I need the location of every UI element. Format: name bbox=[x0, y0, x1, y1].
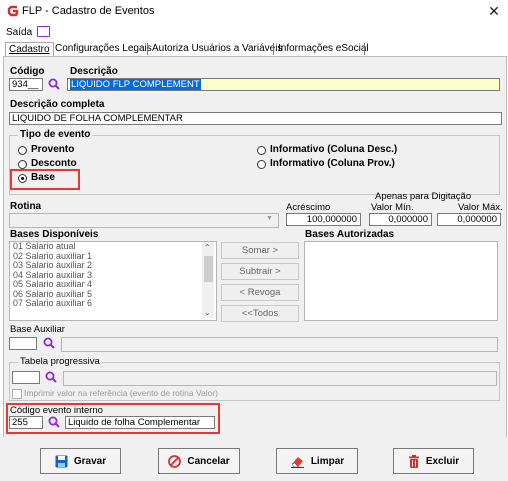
subtrair-button[interactable]: Subtrair > bbox=[221, 263, 299, 280]
somar-button[interactable]: Somar > bbox=[221, 242, 299, 259]
acrescimo-label: Acréscimo bbox=[286, 202, 331, 213]
radio-desconto-label[interactable]: Desconto bbox=[31, 158, 77, 169]
tab-cadastro[interactable]: Cadastro bbox=[5, 42, 54, 57]
tipo-evento-group bbox=[9, 135, 500, 195]
window-title: FLP - Cadastro de Eventos bbox=[22, 5, 155, 17]
imprimir-valor-checkbox[interactable] bbox=[12, 389, 22, 399]
codigo-evento-interno-input[interactable]: 255 bbox=[9, 416, 43, 429]
rotina-select[interactable] bbox=[9, 213, 279, 228]
scroll-up-icon[interactable]: ⌃ bbox=[204, 243, 211, 252]
apenas-digitacao-label: Apenas para Digitação bbox=[375, 191, 472, 202]
search-icon[interactable] bbox=[45, 371, 57, 383]
codigo-evento-interno-label: Código evento interno bbox=[10, 405, 103, 416]
tab-configuracoes-legais[interactable]: Configurações Legais bbox=[52, 42, 155, 56]
radio-base-label[interactable]: Base bbox=[31, 172, 55, 183]
valor-max-label: Valor Máx. bbox=[458, 202, 503, 213]
valor-min-input[interactable]: 0,000000 bbox=[369, 213, 432, 226]
tipo-evento-label: Tipo de evento bbox=[18, 129, 93, 140]
cancel-icon bbox=[168, 454, 182, 468]
gravar-button[interactable]: Gravar bbox=[40, 448, 121, 474]
bases-disponiveis-label: Bases Disponíveis bbox=[10, 229, 99, 240]
radio-base[interactable] bbox=[18, 174, 27, 183]
search-icon[interactable] bbox=[48, 416, 60, 428]
radio-informativo-desc[interactable] bbox=[257, 146, 266, 155]
bases-autorizadas-list[interactable] bbox=[304, 241, 498, 321]
codigo-evento-interno-description: Liquido de folha Complementar bbox=[65, 416, 215, 429]
list-item[interactable]: 07 Salario auxiliar 6 bbox=[10, 298, 216, 309]
imprimir-valor-label[interactable]: Imprimir valor na referência (evento de … bbox=[24, 388, 218, 398]
gravar-label: Gravar bbox=[73, 455, 107, 467]
valor-min-label: Valor Mín. bbox=[371, 202, 414, 213]
scrollbar-thumb[interactable] bbox=[204, 256, 213, 282]
descricao-input[interactable]: LIQUIDO FLP COMPLEMENT bbox=[67, 78, 500, 91]
tabela-progressiva-code-input[interactable] bbox=[12, 371, 40, 384]
radio-provento[interactable] bbox=[18, 146, 27, 155]
excluir-label: Excluir bbox=[425, 455, 460, 467]
tab-autoriza-usuarios[interactable]: Autoriza Usuários a Variáveis bbox=[149, 42, 285, 56]
radio-informativo-desc-label[interactable]: Informativo (Coluna Desc.) bbox=[270, 144, 397, 155]
todos-button[interactable]: <<Todos bbox=[221, 305, 299, 322]
codigo-label: Código bbox=[10, 66, 45, 77]
cancelar-label: Cancelar bbox=[187, 455, 230, 467]
close-icon[interactable]: ✕ bbox=[485, 2, 503, 20]
app-logo-icon bbox=[7, 5, 19, 17]
radio-provento-label[interactable]: Provento bbox=[31, 144, 74, 155]
cancelar-button[interactable]: Cancelar bbox=[158, 448, 240, 474]
rotina-label: Rotina bbox=[10, 201, 42, 212]
base-auxiliar-description bbox=[61, 337, 498, 352]
limpar-button[interactable]: Limpar bbox=[276, 448, 358, 474]
exit-icon[interactable] bbox=[37, 26, 50, 37]
descricao-completa-label: Descrição completa bbox=[10, 99, 105, 110]
tabela-progressiva-label: Tabela progressiva bbox=[18, 356, 102, 367]
eraser-icon bbox=[290, 456, 304, 468]
descricao-label: Descrição bbox=[70, 66, 118, 77]
limpar-label: Limpar bbox=[310, 455, 345, 467]
tabela-progressiva-description bbox=[63, 371, 497, 386]
radio-informativo-prov-label[interactable]: Informativo (Coluna Prov.) bbox=[270, 158, 395, 169]
search-icon[interactable] bbox=[48, 78, 60, 90]
save-icon bbox=[55, 455, 68, 467]
valor-max-input[interactable]: 0,000000 bbox=[437, 213, 501, 226]
tab-informacoes-esocial[interactable]: Informações eSocial bbox=[275, 42, 372, 56]
chevron-down-icon[interactable]: ▼ bbox=[266, 215, 273, 222]
trash-icon bbox=[408, 454, 419, 468]
codigo-input[interactable]: 934__ bbox=[9, 78, 43, 91]
radio-desconto[interactable] bbox=[18, 160, 27, 169]
descricao-completa-input[interactable]: LIQUIDO DE FOLHA COMPLEMENTAR bbox=[9, 112, 502, 125]
base-auxiliar-label: Base Auxiliar bbox=[10, 324, 65, 335]
radio-informativo-prov[interactable] bbox=[257, 160, 266, 169]
search-icon[interactable] bbox=[43, 337, 55, 349]
revogar-button[interactable]: < Revoga bbox=[221, 284, 299, 301]
menu-saida[interactable]: Saída bbox=[6, 27, 32, 38]
bases-disponiveis-list[interactable]: 01 Salario atual 02 Salario auxiliar 1 0… bbox=[9, 241, 217, 321]
base-auxiliar-code-input[interactable] bbox=[9, 337, 37, 350]
scroll-down-icon[interactable]: ⌄ bbox=[204, 308, 211, 317]
bases-autorizadas-label: Bases Autorizadas bbox=[305, 229, 395, 240]
excluir-button[interactable]: Excluir bbox=[393, 448, 474, 474]
acrescimo-input[interactable]: 100,000000 bbox=[286, 213, 361, 226]
